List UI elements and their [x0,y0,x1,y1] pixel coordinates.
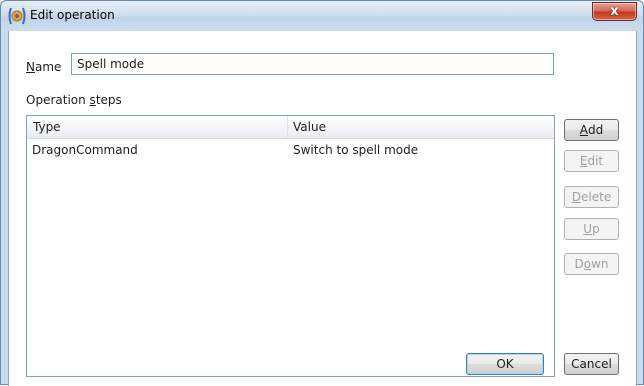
cell-value: Switch to spell mode [293,143,419,157]
operation-steps-grid[interactable]: Type Value DragonCommand Switch to spell… [26,115,555,377]
up-button[interactable]: Up [564,218,619,240]
edit-button-rest: dit [587,154,604,168]
column-header-value[interactable]: Value [293,120,326,134]
add-button-rest: dd [587,123,604,137]
ok-button-label: OK [496,357,514,371]
steps-label-rest: teps [95,93,122,107]
column-divider[interactable] [287,116,288,138]
cell-type: DragonCommand [32,143,138,157]
table-row[interactable]: DragonCommand Switch to spell mode [27,140,554,160]
delete-button-rest: elete [581,190,612,204]
name-input[interactable] [71,53,554,75]
edit-button[interactable]: Edit [564,150,619,172]
voice-command-icon [7,6,27,26]
add-button[interactable]: Add [564,119,619,141]
up-button-mnemonic: U [583,222,593,236]
ok-button[interactable]: OK [466,353,544,375]
name-label-mnemonic: N [26,60,35,74]
down-button-rest: wn [591,257,609,271]
close-button[interactable]: x [592,2,637,21]
steps-label-prefix: Operation [26,93,90,107]
grid-header: Type Value [27,116,554,139]
delete-button-mnemonic: D [571,190,582,204]
title-bar[interactable]: Edit operation x [1,1,643,31]
delete-button[interactable]: Delete [564,186,619,208]
edit-button-mnemonic: E [579,154,588,168]
down-button-mnemonic: o [583,257,592,271]
dialog-title: Edit operation [30,8,115,22]
name-label: Name [26,60,61,74]
operation-steps-label: Operation steps [26,93,122,107]
down-button[interactable]: Do wn [564,253,619,275]
up-button-rest: p [592,222,600,236]
close-icon: x [610,4,619,19]
cancel-button[interactable]: Cancel [564,353,619,375]
column-header-type[interactable]: Type [33,120,61,134]
add-button-mnemonic: A [579,123,588,137]
dialog-body: Name Operation steps Type Value DragonCo… [8,31,637,386]
name-label-rest: ame [34,60,62,74]
down-button-prefix: D [574,257,584,271]
cancel-button-label: Cancel [571,357,612,371]
edit-operation-dialog: Edit operation x Name Operation steps Ty… [0,0,644,386]
